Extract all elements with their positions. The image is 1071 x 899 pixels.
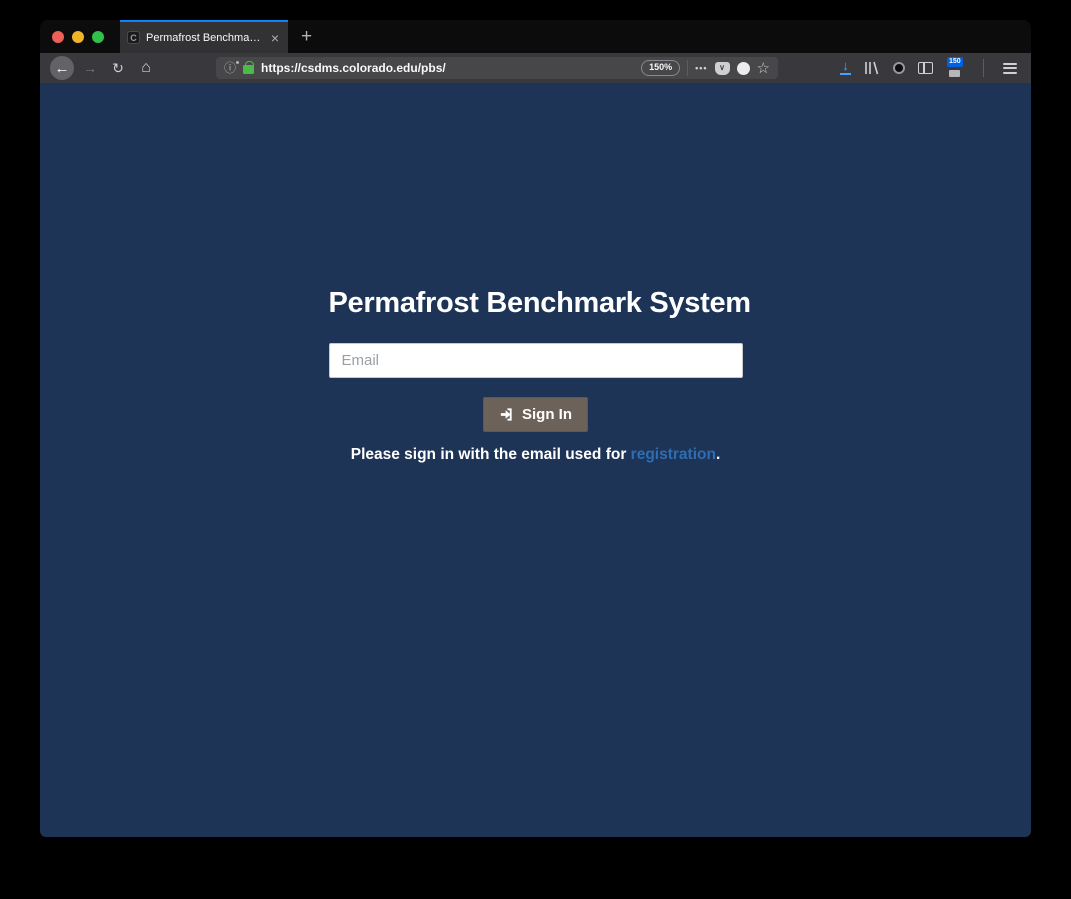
pocket-save-icon[interactable]: ∨ <box>715 62 730 75</box>
new-tab-button[interactable]: + <box>301 27 312 46</box>
url-bar[interactable]: ⓘ https://csdms.colorado.edu/pbs/ 150% •… <box>216 57 778 79</box>
zoom-level-indicator[interactable]: 150% <box>641 60 680 76</box>
download-bar-icon <box>840 73 851 75</box>
zoom-window-button[interactable] <box>92 31 104 43</box>
extension-box-icon <box>949 70 960 77</box>
login-panel: Permafrost Benchmark System Sign In Plea… <box>329 287 743 464</box>
tab-title: Permafrost Benchmark System <box>146 32 263 44</box>
sidebar-toggle-button[interactable] <box>918 62 933 74</box>
sign-in-button[interactable]: Sign In <box>483 397 588 432</box>
minimize-window-button[interactable] <box>72 31 84 43</box>
navigation-toolbar: ← → ↻ ⌂ ⓘ https://csdms.colorado.edu/pbs… <box>40 53 1031 83</box>
page-content: Permafrost Benchmark System Sign In Plea… <box>40 83 1031 837</box>
toolbar-separator <box>983 59 984 77</box>
back-button[interactable]: ← <box>50 56 74 80</box>
downloads-button[interactable]: ↓ <box>840 61 851 74</box>
bookmark-star-icon[interactable]: ☆ <box>757 61 770 76</box>
zoom-extension-button[interactable]: 150 <box>946 59 964 77</box>
site-info-icon[interactable]: ⓘ <box>224 62 236 74</box>
note-text-after: . <box>716 446 720 463</box>
https-lock-icon[interactable] <box>243 65 254 74</box>
urlbar-separator <box>687 60 688 76</box>
tab-close-icon[interactable]: × <box>269 31 281 45</box>
extension-circle-icon[interactable] <box>893 62 905 74</box>
registration-link[interactable]: registration <box>631 446 716 463</box>
window-controls <box>40 20 120 53</box>
tab-permafrost-benchmark-system[interactable]: C Permafrost Benchmark System × <box>120 20 288 53</box>
page-title: Permafrost Benchmark System <box>329 287 743 320</box>
sign-in-icon <box>499 407 514 422</box>
email-input[interactable] <box>329 343 743 378</box>
screenshot-circle-icon[interactable] <box>737 62 750 75</box>
note-text-before: Please sign in with the email used for <box>351 446 631 463</box>
library-icon <box>864 61 880 75</box>
signin-note: Please sign in with the email used for r… <box>329 446 743 464</box>
sign-in-label: Sign In <box>522 406 572 423</box>
menu-button[interactable] <box>1003 63 1017 74</box>
download-arrow-icon: ↓ <box>842 61 849 71</box>
extension-badge: 150 <box>947 57 963 67</box>
browser-window: C Permafrost Benchmark System × + ← → ↻ … <box>40 20 1031 837</box>
favicon-icon: C <box>127 31 140 44</box>
screenshot-stage: C Permafrost Benchmark System × + ← → ↻ … <box>0 0 1071 899</box>
page-actions-icon[interactable]: ••• <box>695 63 707 73</box>
library-button[interactable] <box>864 61 880 75</box>
signin-button-row: Sign In <box>329 397 743 432</box>
toolbar-right-icons: ↓ 150 <box>840 59 1021 77</box>
tab-bar: C Permafrost Benchmark System × + <box>40 20 1031 53</box>
reload-button[interactable]: ↻ <box>106 56 130 80</box>
home-button[interactable]: ⌂ <box>134 56 158 80</box>
url-text[interactable]: https://csdms.colorado.edu/pbs/ <box>261 61 634 75</box>
forward-button[interactable]: → <box>78 56 102 80</box>
close-window-button[interactable] <box>52 31 64 43</box>
